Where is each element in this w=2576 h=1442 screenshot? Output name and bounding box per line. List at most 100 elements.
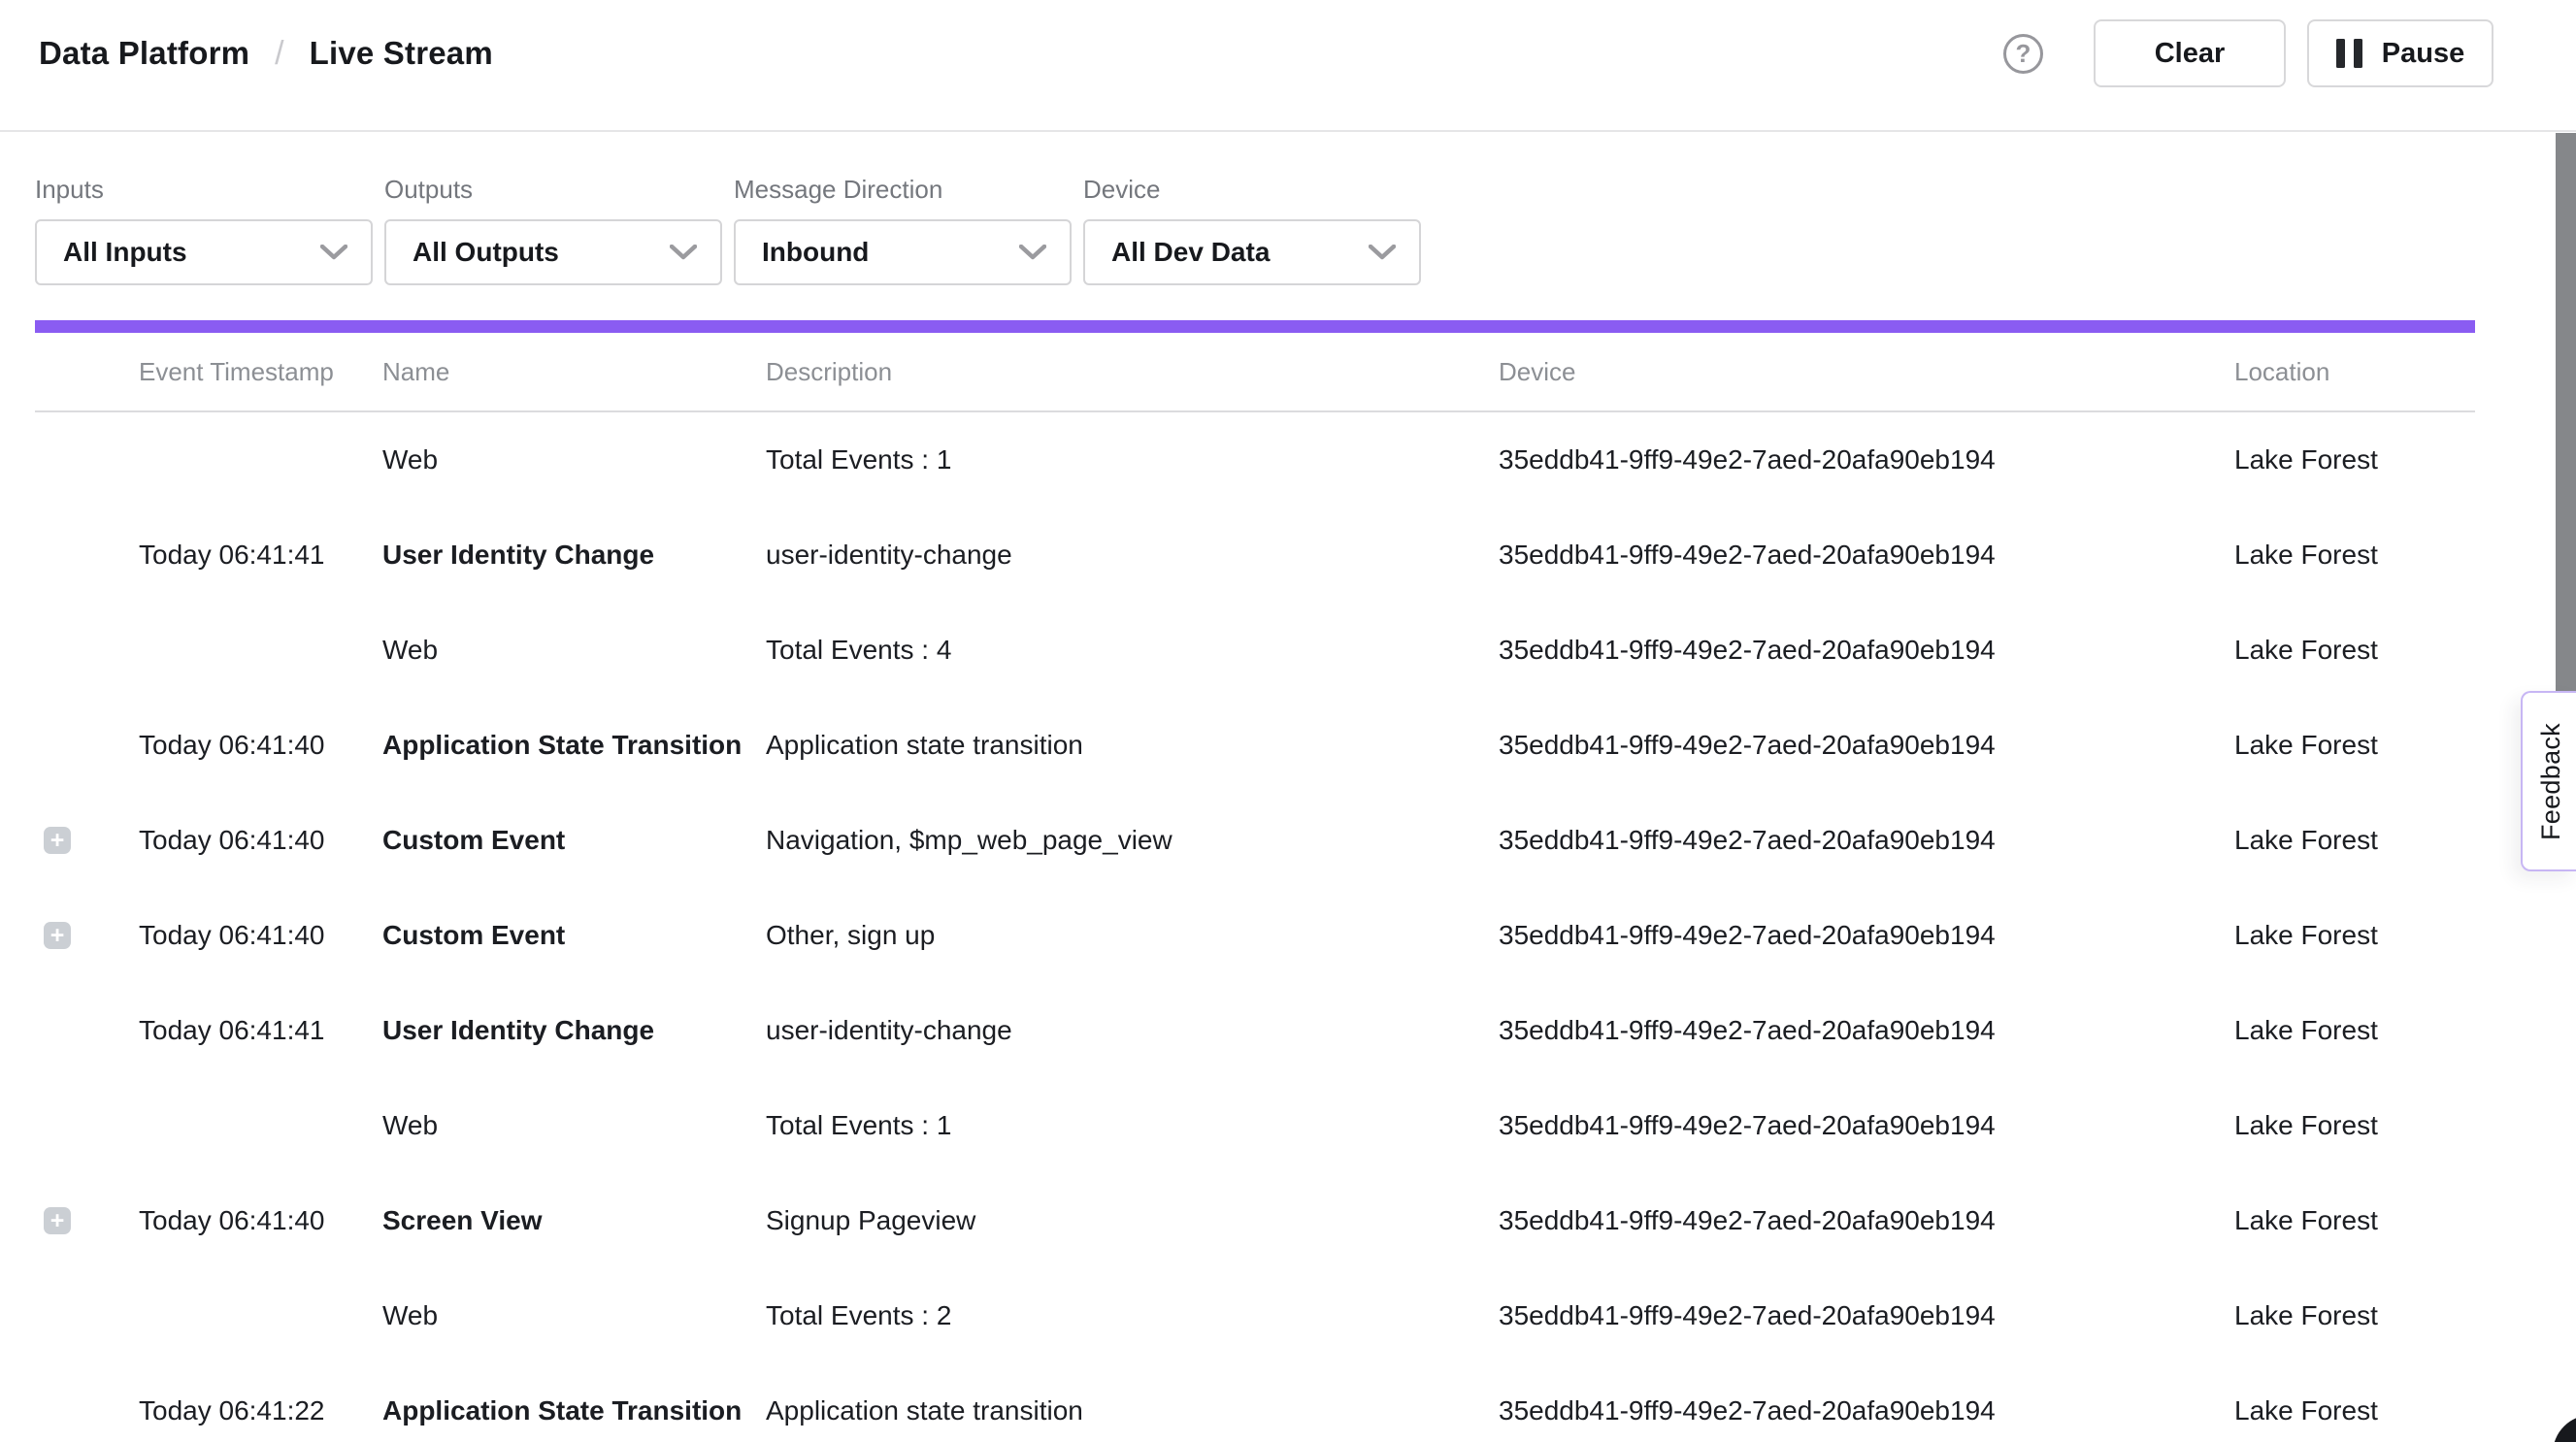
cell-location: Lake Forest — [2234, 1015, 2475, 1046]
cell-description: user-identity-change — [766, 540, 1499, 571]
breadcrumb: Data Platform / Live Stream — [39, 35, 493, 73]
expand-cell — [35, 732, 139, 759]
filter-dropdown[interactable]: All Inputs — [35, 219, 373, 285]
expand-cell — [35, 1112, 139, 1139]
cell-location: Lake Forest — [2234, 540, 2475, 571]
pause-button-label: Pause — [2382, 38, 2464, 70]
filter-label: Device — [1083, 175, 1421, 204]
cell-name: Screen View — [382, 1205, 766, 1236]
filter-selected-value: All Dev Data — [1111, 237, 1270, 268]
table-row[interactable]: Today 06:41:41 User Identity Change user… — [35, 983, 2475, 1078]
cell-device: 35eddb41-9ff9-49e2-7aed-20afa90eb194 — [1499, 635, 2234, 666]
table-row[interactable]: + Today 06:41:40 Screen View Signup Page… — [35, 1173, 2475, 1268]
expand-plus-icon[interactable]: + — [44, 922, 71, 949]
expand-cell — [35, 1302, 139, 1329]
scrollbar-thumb[interactable] — [2556, 133, 2576, 699]
expand-plus-icon[interactable]: + — [44, 827, 71, 854]
cell-timestamp: Today 06:41:40 — [139, 1205, 382, 1236]
expand-cell — [35, 637, 139, 664]
cell-location: Lake Forest — [2234, 1205, 2475, 1236]
cell-timestamp: Today 06:41:40 — [139, 920, 382, 951]
feedback-tab[interactable]: Feedback — [2521, 691, 2576, 871]
cell-location: Lake Forest — [2234, 1110, 2475, 1141]
cell-device: 35eddb41-9ff9-49e2-7aed-20afa90eb194 — [1499, 920, 2234, 951]
filter: Message Direction Inbound — [734, 175, 1072, 285]
chevron-down-icon — [1019, 245, 1046, 260]
filter: Inputs All Inputs — [35, 175, 373, 285]
filters: Inputs All Inputs Outputs All Outputs Me… — [0, 132, 2576, 285]
table-row[interactable]: + Today 06:41:40 Custom Event Other, sig… — [35, 888, 2475, 983]
cell-timestamp: Today 06:41:22 — [139, 1395, 382, 1426]
cell-description: Total Events : 1 — [766, 444, 1499, 475]
cell-device: 35eddb41-9ff9-49e2-7aed-20afa90eb194 — [1499, 444, 2234, 475]
expand-plus-icon[interactable]: + — [44, 1207, 71, 1234]
filter-label: Inputs — [35, 175, 373, 204]
filter: Device All Dev Data — [1083, 175, 1421, 285]
table-row[interactable]: Web Total Events : 2 35eddb41-9ff9-49e2-… — [35, 1268, 2475, 1363]
cell-device: 35eddb41-9ff9-49e2-7aed-20afa90eb194 — [1499, 1015, 2234, 1046]
breadcrumb-separator: / — [275, 35, 283, 73]
filter-dropdown[interactable]: Inbound — [734, 219, 1072, 285]
cell-description: Total Events : 4 — [766, 635, 1499, 666]
cell-description: Signup Pageview — [766, 1205, 1499, 1236]
cell-device: 35eddb41-9ff9-49e2-7aed-20afa90eb194 — [1499, 1110, 2234, 1141]
chevron-down-icon — [670, 245, 697, 260]
expand-cell — [35, 541, 139, 569]
chevron-down-icon — [320, 245, 347, 260]
breadcrumb-data-platform[interactable]: Data Platform — [39, 35, 249, 72]
cell-location: Lake Forest — [2234, 920, 2475, 951]
cell-device: 35eddb41-9ff9-49e2-7aed-20afa90eb194 — [1499, 1300, 2234, 1331]
cell-name: User Identity Change — [382, 540, 766, 571]
filter-label: Outputs — [384, 175, 722, 204]
cell-timestamp: Today 06:41:40 — [139, 825, 382, 856]
cell-name: Application State Transition — [382, 1395, 766, 1426]
header-actions: ? Clear Pause — [2003, 19, 2493, 87]
cell-name: Web — [382, 1110, 766, 1141]
filter-selected-value: All Inputs — [63, 237, 187, 268]
filter-dropdown[interactable]: All Dev Data — [1083, 219, 1421, 285]
cell-name: User Identity Change — [382, 1015, 766, 1046]
table-row[interactable]: Web Total Events : 1 35eddb41-9ff9-49e2-… — [35, 1078, 2475, 1173]
filter: Outputs All Outputs — [384, 175, 722, 285]
live-stream-page: Data Platform / Live Stream ? Clear Paus… — [0, 0, 2576, 1442]
table-row[interactable]: Web Total Events : 4 35eddb41-9ff9-49e2-… — [35, 603, 2475, 698]
expand-cell — [35, 1397, 139, 1425]
cell-description: Total Events : 1 — [766, 1110, 1499, 1141]
cell-timestamp: Today 06:41:41 — [139, 1015, 382, 1046]
breadcrumb-live-stream: Live Stream — [310, 35, 493, 72]
table-row[interactable]: Today 06:41:40 Application State Transit… — [35, 698, 2475, 793]
filter-dropdown[interactable]: All Outputs — [384, 219, 722, 285]
table-row[interactable]: Web Total Events : 1 35eddb41-9ff9-49e2-… — [35, 412, 2475, 508]
cell-location: Lake Forest — [2234, 444, 2475, 475]
table-header: Event Timestamp Name Description Device … — [35, 333, 2475, 412]
cell-description: Other, sign up — [766, 920, 1499, 951]
cell-device: 35eddb41-9ff9-49e2-7aed-20afa90eb194 — [1499, 730, 2234, 761]
table-row[interactable]: Today 06:41:41 User Identity Change user… — [35, 508, 2475, 603]
column-header-name: Name — [382, 357, 766, 387]
table-body: Web Total Events : 1 35eddb41-9ff9-49e2-… — [35, 412, 2475, 1442]
expand-cell — [35, 446, 139, 474]
cell-device: 35eddb41-9ff9-49e2-7aed-20afa90eb194 — [1499, 1205, 2234, 1236]
column-header-location: Location — [2234, 357, 2475, 387]
cell-location: Lake Forest — [2234, 1300, 2475, 1331]
clear-button[interactable]: Clear — [2094, 19, 2286, 87]
cell-name: Custom Event — [382, 825, 766, 856]
cell-description: Navigation, $mp_web_page_view — [766, 825, 1499, 856]
cell-description: Total Events : 2 — [766, 1300, 1499, 1331]
cell-timestamp: Today 06:41:40 — [139, 730, 382, 761]
pause-button[interactable]: Pause — [2307, 19, 2493, 87]
column-header-event-timestamp: Event Timestamp — [139, 357, 382, 387]
chat-bubble-button[interactable] — [2553, 1415, 2576, 1442]
cell-location: Lake Forest — [2234, 1395, 2475, 1426]
table-row[interactable]: Today 06:41:22 Application State Transit… — [35, 1363, 2475, 1442]
table-row[interactable]: + Today 06:41:40 Custom Event Navigation… — [35, 793, 2475, 888]
expand-cell: + — [35, 922, 139, 949]
help-icon[interactable]: ? — [2003, 34, 2043, 74]
filter-selected-value: All Outputs — [413, 237, 559, 268]
cell-description: user-identity-change — [766, 1015, 1499, 1046]
cell-location: Lake Forest — [2234, 635, 2475, 666]
column-header-device: Device — [1499, 357, 2234, 387]
cell-description: Application state transition — [766, 730, 1499, 761]
pause-icon — [2336, 39, 2362, 68]
expand-cell: + — [35, 827, 139, 854]
